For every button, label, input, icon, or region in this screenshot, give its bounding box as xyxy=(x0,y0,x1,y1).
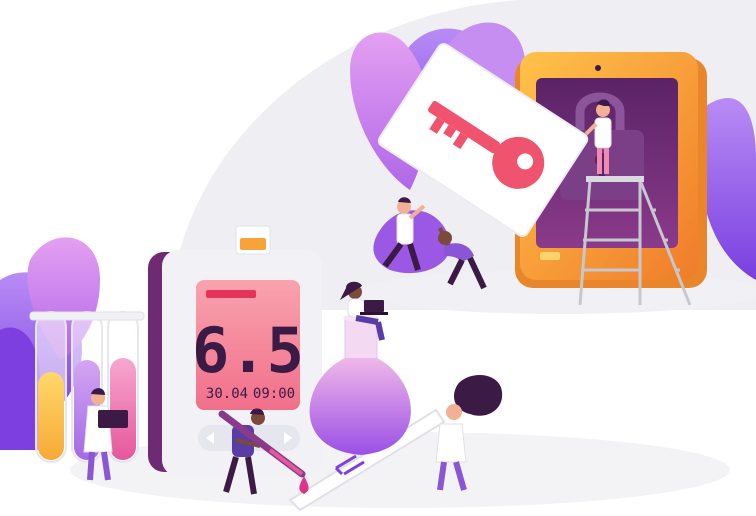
flask xyxy=(309,314,411,455)
meter-date: 30.04 xyxy=(206,386,248,402)
meter-screen: 6.5 30.04 09:00 xyxy=(192,280,304,410)
meter-reading: 6.5 xyxy=(192,314,304,387)
meter-time: 09:00 xyxy=(253,386,295,402)
laptop-icon xyxy=(360,300,388,315)
illustration-canvas: 6.5 30.04 09:00 xyxy=(0,0,756,512)
